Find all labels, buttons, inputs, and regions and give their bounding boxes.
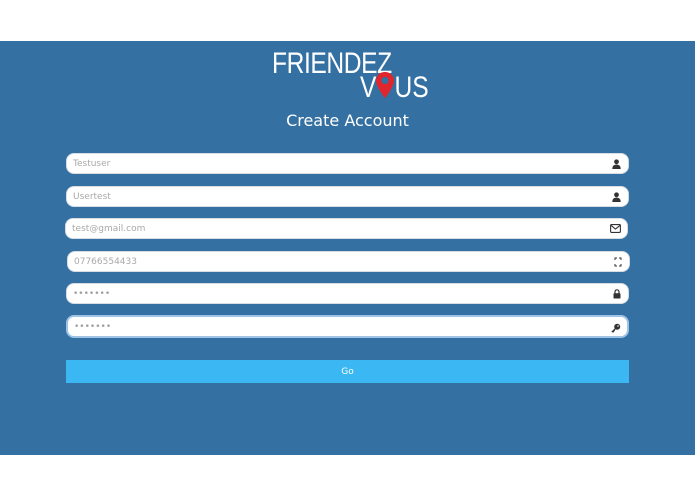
phone-input[interactable] <box>74 252 605 271</box>
user-icon <box>611 158 622 169</box>
first-name-input[interactable] <box>73 154 604 173</box>
user-icon <box>611 191 622 202</box>
email-field[interactable] <box>65 218 628 239</box>
logo-line2-left: V <box>360 71 377 104</box>
email-input[interactable] <box>72 219 603 238</box>
last-name-input[interactable] <box>73 187 604 206</box>
go-button[interactable]: Go <box>66 360 629 383</box>
envelope-icon <box>610 223 621 234</box>
key-icon <box>610 322 621 333</box>
phone-icon <box>612 256 623 267</box>
lock-icon <box>611 288 622 299</box>
map-pin-icon <box>376 72 394 98</box>
password-field[interactable] <box>66 283 629 304</box>
last-name-field[interactable] <box>66 186 629 207</box>
first-name-field[interactable] <box>66 153 629 174</box>
confirm-password-input[interactable] <box>74 317 603 336</box>
logo-line2-right: US <box>394 71 429 104</box>
page-title: Create Account <box>286 111 409 130</box>
app-logo: FRIENDEZ V US <box>272 48 429 104</box>
password-input[interactable] <box>73 284 604 303</box>
phone-field[interactable] <box>67 251 630 272</box>
confirm-password-field[interactable] <box>66 315 629 338</box>
